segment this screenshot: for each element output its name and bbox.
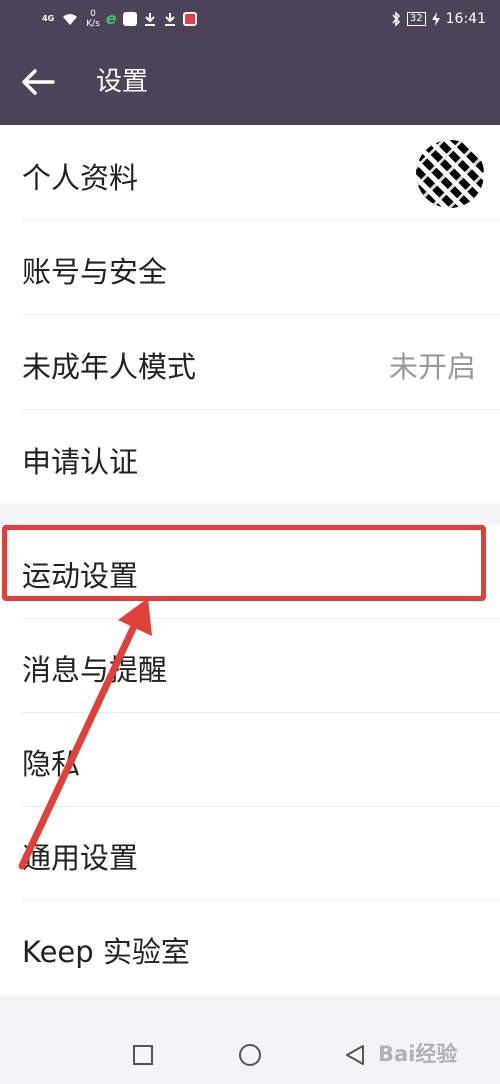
- circle-home-icon: [239, 1044, 261, 1066]
- settings-item-general[interactable]: 通用设置: [0, 807, 500, 901]
- minor-mode-status: 未开启: [388, 350, 476, 384]
- settings-item-label: 消息与提醒: [22, 653, 168, 687]
- settings-item-sport[interactable]: 运动设置: [0, 525, 500, 619]
- download-icon: [144, 13, 155, 26]
- settings-item-messages[interactable]: 消息与提醒: [0, 619, 500, 713]
- network-indicator: 4G: [42, 14, 55, 23]
- wifi-icon: [63, 14, 78, 25]
- settings-item-lab[interactable]: Keep 实验室: [0, 901, 500, 995]
- speed-unit: K/s: [86, 19, 100, 29]
- settings-item-label: 隐私: [22, 747, 81, 781]
- settings-item-minor-mode[interactable]: 未成年人模式 未开启: [0, 315, 500, 410]
- clock: 16:41: [445, 11, 486, 27]
- system-nav-bar: Bai经验: [0, 1018, 500, 1084]
- status-bar: 4G 0 K/s e 32 16:41: [0, 0, 500, 38]
- settings-item-label: 账号与安全: [22, 255, 168, 289]
- settings-item-label: Keep 实验室: [22, 935, 190, 969]
- back-button[interactable]: [18, 64, 58, 100]
- settings-item-label: 申请认证: [22, 445, 139, 479]
- settings-item-label: 通用设置: [22, 841, 139, 875]
- settings-item-privacy[interactable]: 隐私: [0, 713, 500, 807]
- triangle-back-icon: [346, 1045, 364, 1065]
- download-icon: [164, 13, 175, 26]
- status-right: 32 16:41: [391, 6, 486, 32]
- avatar: [416, 140, 484, 208]
- recents-button[interactable]: [128, 1040, 158, 1070]
- notification-app-icon: [182, 12, 197, 26]
- status-left: 4G 0 K/s e: [42, 6, 197, 32]
- speed-value: 0: [90, 9, 96, 19]
- home-button[interactable]: [235, 1040, 265, 1070]
- settings-group-account: 个人资料 账号与安全 未成年人模式 未开启 申请认证: [0, 125, 500, 503]
- settings-item-profile[interactable]: 个人资料: [0, 125, 500, 220]
- browser-app-icon: e: [105, 9, 117, 28]
- watermark: Bai经验: [378, 1042, 458, 1066]
- nav-back-button[interactable]: [340, 1040, 370, 1070]
- charging-icon: [431, 12, 440, 26]
- bluetooth-icon: [392, 11, 400, 27]
- app-bar: 设置: [0, 38, 500, 125]
- network-speed: 0 K/s: [86, 9, 100, 29]
- arrow-left-icon: [22, 69, 55, 95]
- settings-item-verify[interactable]: 申请认证: [0, 410, 500, 503]
- settings-group-preferences: 运动设置 消息与提醒 隐私 通用设置 Keep 实验室: [0, 525, 500, 995]
- settings-item-label: 未成年人模式: [22, 350, 197, 384]
- game-app-icon: [122, 12, 137, 26]
- settings-item-label: 运动设置: [22, 559, 139, 593]
- page-title: 设置: [96, 67, 149, 97]
- battery-level: 32: [406, 12, 426, 26]
- settings-item-label: 个人资料: [22, 161, 139, 195]
- square-recents-icon: [133, 1045, 153, 1065]
- settings-item-account-security[interactable]: 账号与安全: [0, 220, 500, 315]
